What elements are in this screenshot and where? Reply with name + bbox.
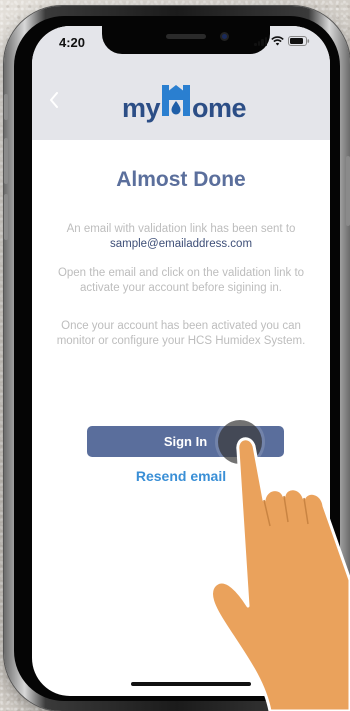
silent-switch bbox=[4, 94, 8, 120]
power-button bbox=[346, 156, 350, 226]
wifi-icon bbox=[271, 36, 284, 46]
myhome-logo: my ome bbox=[122, 83, 247, 124]
camera-icon bbox=[220, 32, 229, 41]
activation-note: Once your account has been activated you… bbox=[56, 320, 306, 347]
speaker-grille bbox=[166, 34, 206, 39]
signal-icon bbox=[254, 36, 267, 46]
battery-icon bbox=[288, 36, 310, 46]
volume-up-button bbox=[4, 138, 8, 184]
logo-suffix: ome bbox=[192, 93, 247, 123]
status-time: 4:20 bbox=[59, 35, 86, 50]
instructions-text: Open the email and click on the validati… bbox=[57, 267, 305, 294]
email-address: sample@emailaddress.com bbox=[109, 238, 253, 250]
logo-prefix: my bbox=[122, 93, 161, 123]
page-title: Almost Done bbox=[116, 168, 246, 191]
email-sent-message: An email with validation link has been s… bbox=[56, 222, 306, 252]
email-sent-text: An email with validation link has been s… bbox=[66, 223, 296, 235]
notch bbox=[102, 26, 270, 54]
house-logo-icon bbox=[161, 83, 191, 124]
pointing-hand-icon bbox=[210, 437, 350, 711]
volume-down-button bbox=[4, 194, 8, 240]
back-chevron-icon[interactable] bbox=[42, 86, 66, 114]
status-icons bbox=[254, 36, 310, 46]
app-header: 4:20 my ome bbox=[32, 26, 330, 140]
